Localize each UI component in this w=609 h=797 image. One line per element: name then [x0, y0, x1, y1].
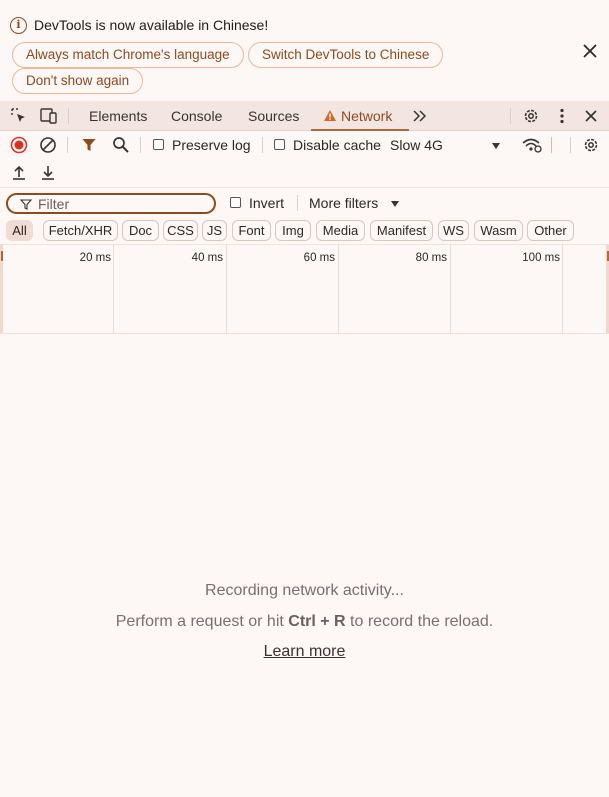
- learn-more-wrapper: Learn more: [0, 643, 609, 661]
- overview-tick-label: 20 ms: [79, 252, 111, 264]
- invert-label: Invert: [249, 195, 285, 211]
- type-filter-ws[interactable]: WS: [438, 220, 469, 241]
- more-options-icon[interactable]: [555, 107, 569, 125]
- tab-sources[interactable]: Sources: [248, 101, 299, 131]
- tab-network[interactable]: Network: [311, 101, 409, 131]
- filter-funnel-icon[interactable]: [81, 137, 97, 153]
- preserve-log-checkbox[interactable]: [153, 139, 164, 150]
- throttling-select[interactable]: Slow 4G: [390, 137, 504, 153]
- type-filter-font[interactable]: Font: [232, 220, 271, 241]
- type-filter-manifest[interactable]: Manifest: [370, 220, 433, 241]
- devtools-tabbar: Elements Console Sources Network: [0, 101, 609, 131]
- reload-hint-after: to record the reload.: [345, 613, 494, 630]
- toolbar-divider: [297, 195, 298, 211]
- overview-tick-label: 80 ms: [415, 252, 447, 264]
- reload-hint: Perform a request or hit Ctrl + R to rec…: [0, 613, 609, 631]
- chevron-down-icon: [391, 201, 399, 207]
- switch-to-chinese-button[interactable]: Switch DevTools to Chinese: [248, 42, 444, 68]
- type-filter-wasm[interactable]: Wasm: [474, 220, 523, 241]
- always-match-language-button[interactable]: Always match Chrome's language: [12, 42, 244, 68]
- more-tabs-icon[interactable]: [412, 109, 428, 123]
- warning-icon: [324, 110, 336, 121]
- chevron-down-icon: [492, 143, 500, 149]
- export-har-icon[interactable]: [39, 164, 57, 182]
- learn-more-link[interactable]: Learn more: [264, 643, 346, 660]
- reload-shortcut: Ctrl + R: [288, 613, 346, 630]
- infobar-message: DevTools is now available in Chinese!: [34, 17, 269, 33]
- preserve-log-label: Preserve log: [172, 137, 251, 153]
- toolbar-divider: [140, 137, 141, 153]
- type-filter-media[interactable]: Media: [316, 220, 365, 241]
- overview-tick-label: 60 ms: [303, 252, 335, 264]
- dont-show-again-button[interactable]: Don't show again: [12, 68, 144, 94]
- overview-tick-label: 40 ms: [191, 252, 223, 264]
- network-toolbar: Preserve log Disable cache Slow 4G: [0, 131, 609, 159]
- tabbar-divider: [68, 108, 69, 124]
- overview-left-grip: [1, 251, 3, 261]
- toolbar-divider: [262, 137, 263, 153]
- tab-console[interactable]: Console: [171, 101, 222, 131]
- overview-tick-label: 100 ms: [522, 252, 560, 264]
- more-filters-label: More filters: [309, 195, 379, 211]
- network-conditions-icon[interactable]: [521, 136, 543, 154]
- network-toolbar-secondary: [0, 159, 609, 188]
- more-filters-dropdown[interactable]: More filters: [309, 195, 401, 211]
- search-icon[interactable]: [112, 136, 130, 154]
- clear-log-icon[interactable]: [39, 136, 57, 154]
- toolbar-divider: [551, 137, 552, 153]
- overview-gridline: [338, 245, 339, 333]
- filter-placeholder: Filter: [38, 196, 70, 212]
- settings-gear-icon[interactable]: [522, 107, 540, 125]
- network-settings-gear-icon[interactable]: [582, 136, 600, 154]
- overview-gridline: [450, 245, 451, 333]
- type-filter-img[interactable]: Img: [275, 220, 311, 241]
- throttling-value: Slow 4G: [390, 137, 443, 153]
- toolbar-divider: [570, 137, 571, 153]
- type-filter-doc[interactable]: Doc: [122, 220, 159, 241]
- overview-gridline: [562, 245, 563, 333]
- close-infobar-icon[interactable]: [580, 41, 600, 61]
- info-icon: i: [10, 17, 27, 34]
- overview-gridline: [113, 245, 114, 333]
- inspect-element-icon[interactable]: [10, 107, 28, 125]
- language-infobar: i DevTools is now available in Chinese! …: [0, 0, 609, 101]
- type-filter-js[interactable]: JS: [202, 220, 227, 241]
- filter-input[interactable]: Filter: [6, 193, 216, 214]
- close-devtools-icon[interactable]: [582, 107, 600, 125]
- recording-status-text: Recording network activity...: [205, 582, 404, 599]
- tab-network-label: Network: [341, 108, 393, 124]
- disable-cache-label: Disable cache: [293, 137, 381, 153]
- tab-elements[interactable]: Elements: [89, 101, 147, 131]
- invert-checkbox[interactable]: [230, 197, 241, 208]
- stop-recording-icon[interactable]: [10, 136, 28, 154]
- toolbar-divider: [67, 137, 68, 153]
- type-filter-css[interactable]: CSS: [163, 220, 198, 241]
- disable-cache-checkbox[interactable]: [274, 139, 285, 150]
- type-filter-fetch-xhr[interactable]: Fetch/XHR: [43, 220, 118, 241]
- type-filter-other[interactable]: Other: [527, 220, 574, 241]
- type-filter-all[interactable]: All: [6, 220, 33, 241]
- device-toolbar-icon[interactable]: [39, 107, 59, 125]
- filter-funnel-icon: [20, 199, 32, 210]
- tabbar-divider: [510, 108, 511, 124]
- import-har-icon[interactable]: [10, 164, 28, 182]
- reload-hint-before: Perform a request or hit: [115, 613, 289, 630]
- overview-gridline: [226, 245, 227, 333]
- network-overview-timeline[interactable]: 20 ms 40 ms 60 ms 80 ms 100 ms: [0, 244, 609, 334]
